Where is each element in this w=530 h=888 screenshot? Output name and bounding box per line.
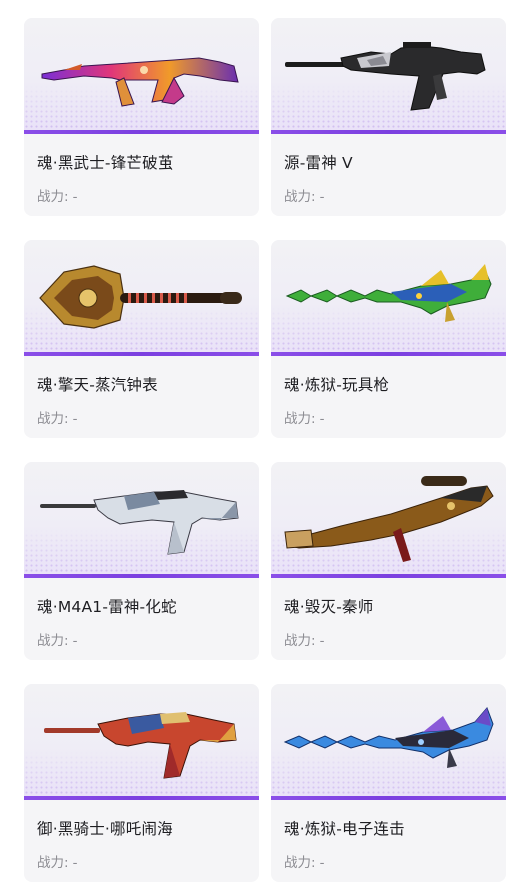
accent-bar [271, 352, 506, 356]
accent-bar [271, 796, 506, 800]
weapon-thumbnail [24, 462, 259, 578]
accent-bar [24, 796, 259, 800]
rifle-m4a1-icon [40, 490, 239, 555]
power-value: - [319, 411, 325, 427]
weapon-power: 战力: - [284, 629, 324, 649]
weapon-card[interactable]: 魂·炼狱-电子连击 战力: - [271, 684, 506, 882]
accent-bar [271, 574, 506, 578]
weapon-thumbnail [24, 684, 259, 800]
weapon-power: 战力: - [284, 851, 324, 871]
power-value: - [72, 189, 78, 205]
weapon-name: 魂·毁灭-秦师 [284, 598, 374, 616]
weapon-name: 源-雷神 V [284, 154, 353, 172]
power-value: - [319, 855, 325, 871]
weapon-name: 御·黑骑士·哪吒闹海 [37, 820, 173, 838]
power-label: 战力: [37, 189, 69, 205]
weapon-thumbnail [24, 18, 259, 134]
weapon-thumbnail [271, 240, 506, 356]
weapon-thumbnail [271, 18, 506, 134]
weapon-name: 魂·炼狱-玩具枪 [284, 376, 390, 394]
accent-bar [24, 574, 259, 578]
weapon-card[interactable]: 源-雷神 V 战力: - [271, 18, 506, 216]
weapon-thumbnail [271, 684, 506, 800]
weapon-thumbnail [24, 240, 259, 356]
weapon-card[interactable]: 御·黑骑士·哪吒闹海 战力: - [24, 684, 259, 882]
weapon-card[interactable]: 魂·擎天-蒸汽钟表 战力: - [24, 240, 259, 438]
shovel-icon [39, 265, 242, 329]
weapon-power: 战力: - [284, 185, 324, 205]
weapon-power: 战力: - [37, 851, 77, 871]
weapon-grid: 魂·黑武士-锋芒破茧 战力: - 源-雷神 V 战力: - 魂·擎天-蒸汽钟表 … [0, 0, 530, 888]
rifle-ak-icon [41, 57, 239, 107]
gatling-dragon-blue-icon [283, 707, 494, 768]
weapon-name: 魂·擎天-蒸汽钟表 [37, 376, 158, 394]
weapon-name: 魂·炼狱-电子连击 [284, 820, 405, 838]
weapon-card[interactable]: 魂·黑武士-锋芒破茧 战力: - [24, 18, 259, 216]
weapon-name: 魂·黑武士-锋芒破茧 [37, 154, 174, 172]
accent-bar [271, 130, 506, 134]
power-value: - [72, 633, 78, 649]
weapon-power: 战力: - [37, 185, 77, 205]
accent-bar [24, 352, 259, 356]
weapon-card[interactable]: 魂·毁灭-秦师 战力: - [271, 462, 506, 660]
power-label: 战力: [37, 855, 69, 871]
power-label: 战力: [284, 633, 316, 649]
weapon-thumbnail [271, 462, 506, 578]
sniper-rifle-icon [284, 476, 494, 562]
rifle-m4-red-icon [44, 712, 237, 779]
power-label: 战力: [37, 411, 69, 427]
power-label: 战力: [284, 411, 316, 427]
power-label: 战力: [284, 855, 316, 871]
gatling-dragon-icon [285, 264, 492, 322]
power-value: - [319, 633, 325, 649]
power-value: - [72, 855, 78, 871]
rifle-m4-icon [285, 42, 486, 111]
power-value: - [72, 411, 78, 427]
weapon-card[interactable]: 魂·炼狱-玩具枪 战力: - [271, 240, 506, 438]
power-label: 战力: [37, 633, 69, 649]
power-label: 战力: [284, 189, 316, 205]
weapon-power: 战力: - [284, 407, 324, 427]
power-value: - [319, 189, 325, 205]
accent-bar [24, 130, 259, 134]
weapon-name: 魂·M4A1-雷神-化蛇 [37, 598, 177, 616]
weapon-power: 战力: - [37, 629, 77, 649]
weapon-card[interactable]: 魂·M4A1-雷神-化蛇 战力: - [24, 462, 259, 660]
weapon-power: 战力: - [37, 407, 77, 427]
